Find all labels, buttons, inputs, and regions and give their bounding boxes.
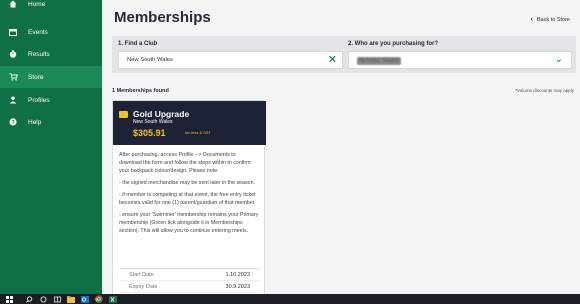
cart-icon xyxy=(4,73,22,81)
card-title: Gold Upgrade xyxy=(133,109,190,119)
widgets-icon[interactable] xyxy=(51,294,63,304)
volume-discount-note: *Volume discounts may apply xyxy=(515,88,574,93)
taskbar xyxy=(0,294,580,304)
main-content: Memberships ‹ Back to Store 1. Find a Cl… xyxy=(102,0,580,294)
purchaser-value: Nicholas Gladen xyxy=(357,57,402,65)
club-search-input[interactable]: New South Wales ✕ xyxy=(118,51,343,69)
sidebar-item-label: Store xyxy=(28,73,44,81)
sidebar-item-label: Help xyxy=(28,118,42,126)
file-explorer-icon[interactable] xyxy=(65,294,77,304)
start-date-row: Start Date 1.10.2022 xyxy=(119,269,260,281)
start-date-value: 1.10.2022 xyxy=(225,271,250,278)
chrome-icon[interactable] xyxy=(93,294,105,304)
sidebar: Home Events Results Store Profiles ? Hel… xyxy=(0,0,102,294)
description-paragraph: - the signed merchandise may be sent lat… xyxy=(119,180,256,186)
card-title-row: Gold Upgrade xyxy=(119,109,189,119)
sidebar-item-store[interactable]: Store xyxy=(0,66,102,88)
sidebar-item-results[interactable]: Results xyxy=(0,43,102,65)
ticket-icon xyxy=(119,110,128,118)
sidebar-item-profiles[interactable]: Profiles xyxy=(0,89,102,111)
expiry-date-label: Expiry Date xyxy=(129,283,158,290)
club-value: New South Wales xyxy=(127,57,173,63)
search-icon[interactable] xyxy=(23,294,35,304)
find-club-label: 1. Find a Club xyxy=(118,41,158,47)
description-paragraph: After purchasing, access Profile --> Doc… xyxy=(119,152,251,174)
description-paragraph: - if member is competing at that event, … xyxy=(119,192,256,206)
windows-start-icon[interactable] xyxy=(3,294,15,304)
sidebar-item-label: Home xyxy=(28,0,46,8)
home-icon xyxy=(4,0,22,8)
excel-icon[interactable] xyxy=(107,294,119,304)
expiry-date-value: 30.9.2023 xyxy=(225,283,250,290)
card-header: Gold Upgrade New South Wales $305.91 Inc… xyxy=(113,101,266,145)
filter-panel: 1. Find a Club 2. Who are you purchasing… xyxy=(112,36,576,73)
sidebar-item-help[interactable]: ? Help xyxy=(0,111,102,133)
sidebar-item-label: Events xyxy=(28,28,48,36)
task-view-icon[interactable] xyxy=(37,294,49,304)
chevron-left-icon: ‹ xyxy=(530,16,533,23)
card-subtitle: New South Wales xyxy=(133,119,173,125)
back-to-store-link[interactable]: ‹ Back to Store xyxy=(531,16,570,23)
description-paragraph: - ensure your 'Swimmer' membership remai… xyxy=(119,212,259,234)
stopwatch-icon xyxy=(4,50,22,58)
purchasing-for-label: 2. Who are you purchasing for? xyxy=(348,41,439,47)
membership-card[interactable]: Gold Upgrade New South Wales $305.91 Inc… xyxy=(112,100,266,294)
card-dates: Start Date 1.10.2022 Expiry Date 30.9.20… xyxy=(119,268,260,293)
clear-icon[interactable]: ✕ xyxy=(328,54,337,66)
results-count: 1 Memberships found xyxy=(112,88,169,94)
back-to-store-label: Back to Store xyxy=(536,16,570,23)
help-icon: ? xyxy=(4,118,22,126)
purchaser-select[interactable]: Nicholas Gladen ⌄ xyxy=(348,51,572,69)
price-note: Inc fees & GST xyxy=(185,131,211,135)
outlook-icon[interactable] xyxy=(79,294,91,304)
person-icon xyxy=(4,96,22,104)
sidebar-item-label: Profiles xyxy=(28,96,50,104)
sidebar-item-events[interactable]: Events xyxy=(0,21,102,43)
sidebar-item-home[interactable]: Home xyxy=(0,0,102,15)
calendar-icon xyxy=(4,28,22,36)
start-date-label: Start Date xyxy=(129,271,154,278)
card-description: After purchasing, access Profile --> Doc… xyxy=(119,151,259,239)
card-price: $305.91 xyxy=(133,128,166,138)
expiry-date-row: Expiry Date 30.9.2023 xyxy=(119,281,260,293)
chevron-down-icon[interactable]: ⌄ xyxy=(555,54,563,65)
page-title: Memberships xyxy=(114,9,211,26)
sidebar-item-label: Results xyxy=(28,50,50,58)
